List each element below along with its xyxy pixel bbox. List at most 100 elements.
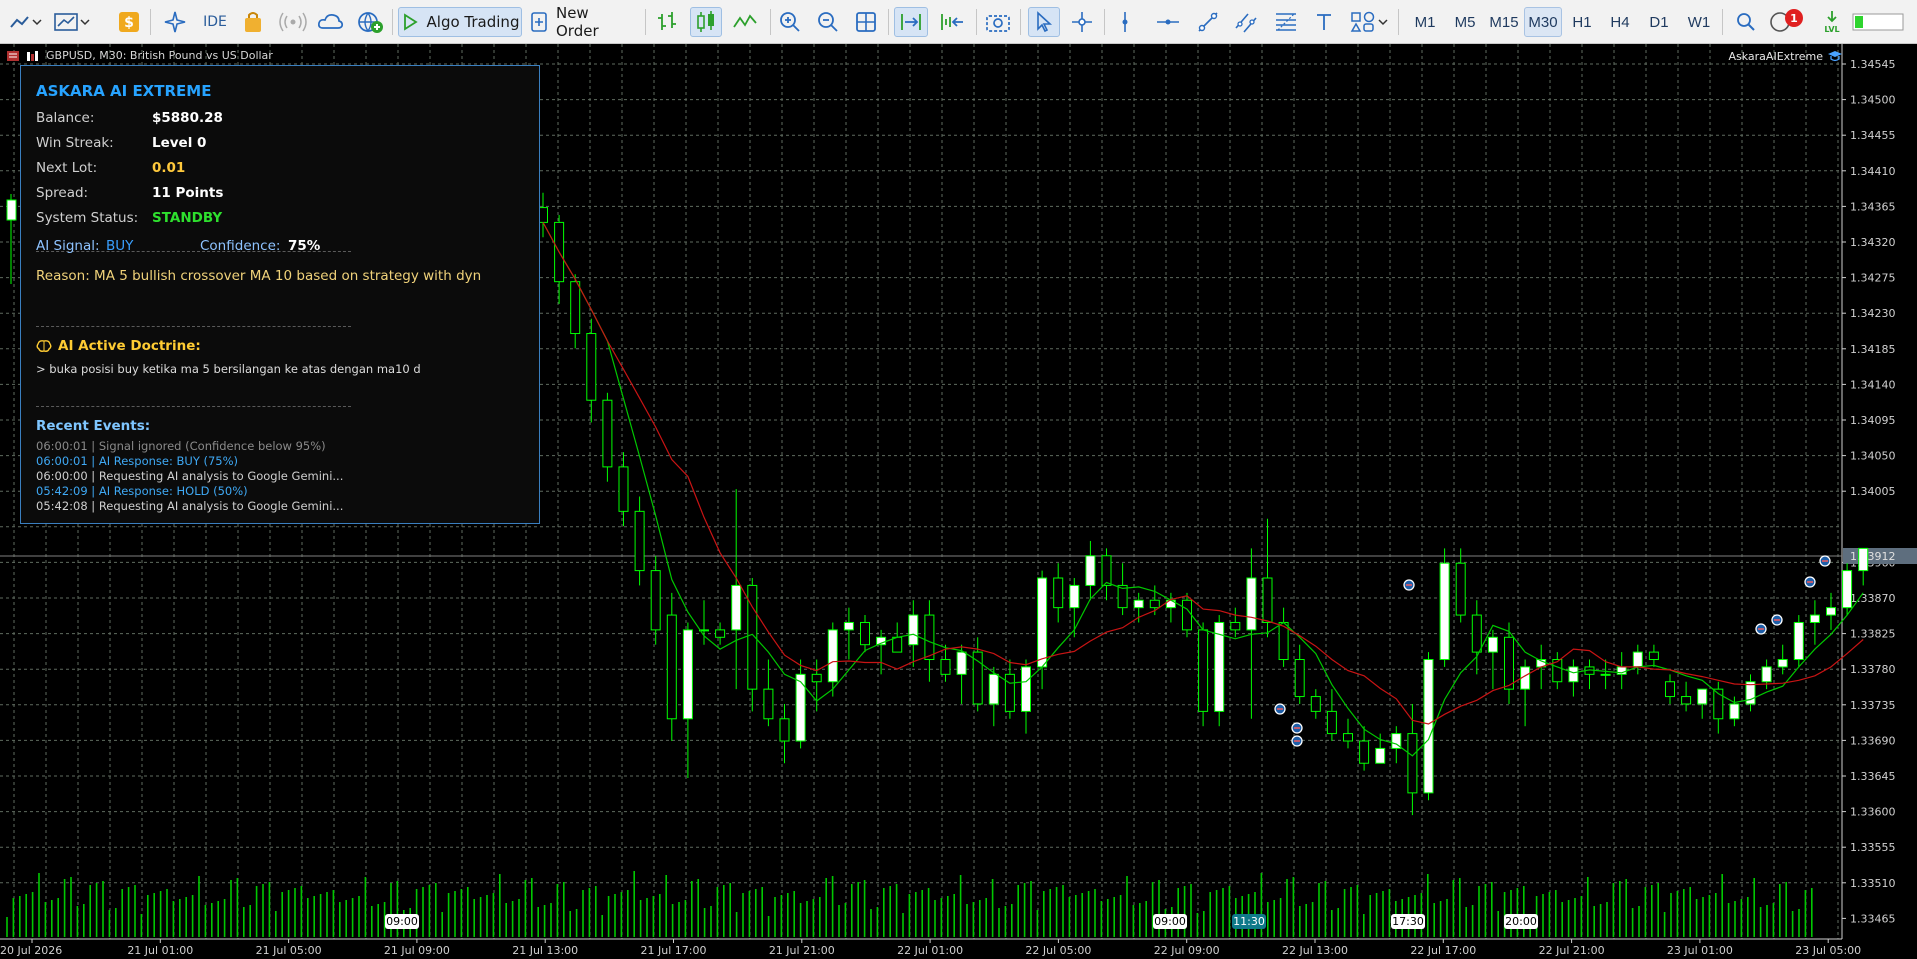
cloud-vps-icon[interactable] bbox=[316, 7, 344, 37]
candle-bull bbox=[1487, 636, 1498, 653]
timeframe-h4[interactable]: H4 bbox=[1604, 7, 1636, 37]
ea-graduation-cap-icon bbox=[1828, 51, 1842, 62]
price-axis-label: 1.33870 bbox=[1850, 592, 1896, 605]
price-axis-label: 1.34095 bbox=[1850, 414, 1896, 427]
candle-bull bbox=[908, 614, 919, 646]
zoom-in-icon[interactable] bbox=[776, 7, 804, 37]
candle-bull bbox=[1842, 570, 1853, 609]
ide-button[interactable]: IDE bbox=[200, 7, 230, 37]
divider bbox=[36, 406, 351, 407]
ea-dashboard-panel: ASKARA AI EXTREME Balance: $5880.28 Win … bbox=[20, 65, 540, 524]
price-axis-label: 1.34275 bbox=[1850, 272, 1896, 285]
candle-bear bbox=[892, 636, 903, 653]
candle-bear bbox=[602, 399, 613, 468]
algo-trading-label: Algo Trading bbox=[426, 13, 520, 31]
candle-bear bbox=[1004, 673, 1015, 712]
spread-value: 11 Points bbox=[152, 185, 224, 201]
cursor-arrow-icon[interactable] bbox=[1028, 7, 1060, 37]
vertical-line-icon[interactable] bbox=[1112, 7, 1138, 37]
candle-bull bbox=[1423, 659, 1434, 794]
candle-bear bbox=[1053, 577, 1064, 609]
time-axis-label: 22 Jul 13:00 bbox=[1282, 944, 1348, 957]
chart-title: GBPUSD, M30: British Pound vs US Dollar bbox=[46, 49, 273, 62]
candle-bear bbox=[940, 659, 951, 675]
channel-icon[interactable] bbox=[1232, 7, 1260, 37]
zoom-out-icon[interactable] bbox=[814, 7, 842, 37]
crosshair-icon[interactable] bbox=[1068, 7, 1096, 37]
search-icon[interactable] bbox=[1732, 7, 1760, 37]
signal-broadcast-icon[interactable] bbox=[278, 7, 308, 37]
shapes-icon[interactable] bbox=[1348, 7, 1390, 37]
horizontal-line-icon[interactable] bbox=[1154, 7, 1182, 37]
current-price-label: 1.33912 bbox=[1850, 550, 1896, 563]
screenshot-camera-icon[interactable] bbox=[984, 7, 1012, 37]
timeframe-h1[interactable]: H1 bbox=[1566, 7, 1598, 37]
play-icon bbox=[403, 13, 418, 31]
price-axis-label: 1.34005 bbox=[1850, 485, 1896, 498]
chart-header: GBPUSD, M30: British Pound vs US Dollar bbox=[6, 49, 273, 62]
candle-bull bbox=[1697, 688, 1708, 705]
candle-bull bbox=[1021, 666, 1031, 712]
timeframe-m1[interactable]: M1 bbox=[1408, 7, 1442, 37]
auto-scroll-icon[interactable] bbox=[894, 7, 928, 37]
expert-advisor-label[interactable]: AskaraAIExtreme bbox=[1728, 49, 1843, 63]
session-marker-label: 17:30 bbox=[1392, 915, 1424, 928]
market-bag-icon[interactable] bbox=[240, 7, 266, 37]
session-marker-label: 09:00 bbox=[386, 915, 418, 928]
candle-bear bbox=[811, 673, 822, 683]
candle-bull bbox=[1729, 703, 1740, 720]
candle-bear bbox=[650, 570, 661, 631]
time-axis-label: 23 Jul 05:00 bbox=[1795, 944, 1861, 957]
fibonacci-icon[interactable] bbox=[1272, 7, 1300, 37]
timeframe-m5[interactable]: M5 bbox=[1448, 7, 1482, 37]
candle-bull bbox=[682, 629, 693, 720]
time-axis-label: 21 Jul 21:00 bbox=[769, 944, 835, 957]
tile-windows-icon[interactable] bbox=[852, 7, 880, 37]
system-status-value: STANDBY bbox=[152, 210, 223, 226]
indicators-chart-icon[interactable] bbox=[52, 7, 92, 37]
main-toolbar: $ IDE Algo Trading New Order M1 M5 M15 M… bbox=[0, 0, 1917, 44]
timeframe-m30[interactable]: M30 bbox=[1524, 7, 1562, 37]
timeframe-m15[interactable]: M15 bbox=[1484, 7, 1524, 37]
price-axis-label: 1.34500 bbox=[1850, 94, 1896, 107]
candle-bull bbox=[1632, 651, 1643, 668]
ai-signal-value: BUY bbox=[106, 238, 134, 254]
candle-bear bbox=[1182, 599, 1192, 631]
candle-bull bbox=[1246, 577, 1257, 631]
time-axis-label: 22 Jul 05:00 bbox=[1025, 944, 1091, 957]
candle-bear bbox=[1326, 710, 1337, 735]
level-indicator-icon[interactable]: LVL bbox=[1820, 7, 1844, 37]
timeframe-w1[interactable]: W1 bbox=[1682, 7, 1716, 37]
algo-trading-button[interactable]: Algo Trading bbox=[398, 7, 522, 37]
time-axis-label: 22 Jul 21:00 bbox=[1539, 944, 1605, 957]
text-tool-icon[interactable] bbox=[1310, 7, 1338, 37]
panel-title: ASKARA AI EXTREME bbox=[36, 82, 212, 100]
spread-key: Spread: bbox=[36, 185, 89, 201]
session-marker-label: 20:00 bbox=[1505, 915, 1537, 928]
dollar-icon[interactable]: $ bbox=[118, 7, 140, 37]
price-axis-label: 1.34365 bbox=[1850, 200, 1896, 213]
time-axis-label: 22 Jul 01:00 bbox=[897, 944, 963, 957]
chart-menu-icon[interactable] bbox=[6, 50, 20, 62]
line-chart-icon[interactable] bbox=[730, 7, 760, 37]
chart-type-icon[interactable] bbox=[6, 7, 44, 37]
connection-status-bar-icon[interactable] bbox=[1852, 7, 1904, 37]
timeframe-d1[interactable]: D1 bbox=[1642, 7, 1676, 37]
candle-bull bbox=[1568, 666, 1579, 683]
event-line: 06:00:01 | Signal ignored (Confidence be… bbox=[36, 439, 326, 453]
candle-bear bbox=[763, 688, 774, 720]
price-axis-label: 1.34185 bbox=[1850, 343, 1896, 356]
new-order-button[interactable]: New Order bbox=[530, 4, 636, 40]
ai-sparkle-icon[interactable] bbox=[162, 7, 188, 37]
price-axis-label: 1.34050 bbox=[1850, 450, 1896, 463]
time-axis-label: 22 Jul 17:00 bbox=[1410, 944, 1476, 957]
trend-line-icon[interactable] bbox=[1194, 7, 1222, 37]
new-order-icon bbox=[531, 12, 547, 32]
candlestick-chart-icon[interactable] bbox=[690, 7, 722, 37]
bar-chart-icon[interactable] bbox=[652, 7, 682, 37]
session-marker-label: 09:00 bbox=[1154, 915, 1186, 928]
add-globe-icon[interactable] bbox=[356, 7, 384, 37]
chart-shift-icon[interactable] bbox=[934, 7, 968, 37]
candle-bear bbox=[586, 333, 597, 401]
candle-bull bbox=[1761, 666, 1772, 683]
